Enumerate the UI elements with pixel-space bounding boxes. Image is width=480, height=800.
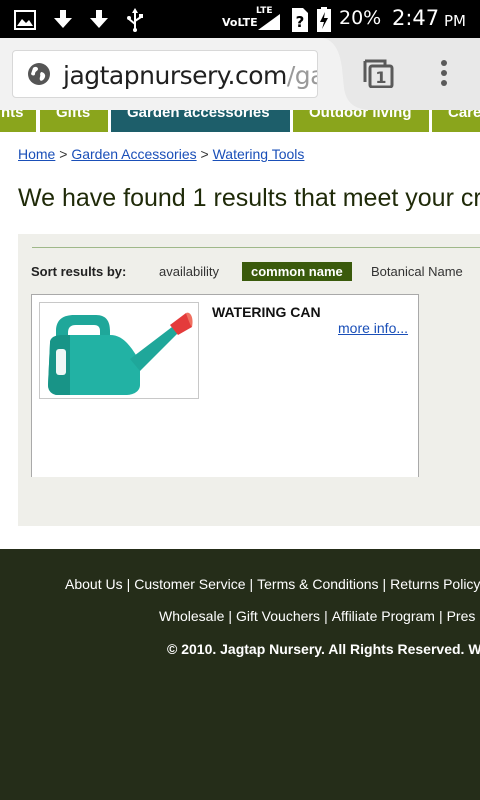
footer-separator: |	[438, 608, 443, 624]
nav-item-gifts[interactable]: Gifts	[40, 98, 108, 132]
product-name[interactable]: WATERING CAN	[212, 304, 321, 320]
divider	[32, 247, 480, 248]
clock-time: 2:47	[392, 6, 440, 30]
url-domain: jagtapnursery.com	[63, 61, 287, 90]
nav-item-label: Gifts	[56, 104, 91, 121]
nav-item-label: Garden accessories	[127, 104, 270, 121]
footer-link-wholesale[interactable]: Wholesale	[159, 608, 224, 624]
footer-link-press[interactable]: Pres	[447, 608, 476, 624]
footer-link-returns-policy[interactable]: Returns Policy	[390, 576, 480, 592]
footer-separator: |	[382, 576, 387, 592]
breadcrumb-separator: >	[55, 146, 72, 162]
footer-link-affiliate-program[interactable]: Affiliate Program	[332, 608, 435, 624]
address-bar[interactable]: jagtapnursery.com/ga	[12, 50, 318, 98]
more-info-link[interactable]: more info...	[338, 320, 408, 336]
url-text: jagtapnursery.com/ga	[63, 61, 317, 90]
volte-label: VoLTE	[222, 16, 258, 29]
tab-switcher-icon[interactable]: 1	[362, 58, 394, 88]
breadcrumb-home[interactable]: Home	[18, 146, 55, 162]
url-path: /ga	[286, 61, 317, 90]
no-sim-icon: ?	[292, 8, 308, 32]
footer-link-terms[interactable]: Terms & Conditions	[257, 576, 378, 592]
signal-icon	[258, 14, 280, 30]
product-card: WATERING CAN more info...	[31, 294, 419, 477]
footer-link-gift-vouchers[interactable]: Gift Vouchers	[236, 608, 320, 624]
sort-option-availability[interactable]: availability	[159, 264, 219, 279]
footer-separator: |	[324, 608, 328, 624]
usb-icon	[127, 8, 143, 32]
footer-link-customer-service[interactable]: Customer Service	[134, 576, 245, 592]
copyright-text: © 2010. Jagtap Nursery. All Rights Reser…	[167, 641, 480, 657]
sort-label: Sort results by:	[31, 264, 127, 279]
battery-icon	[317, 7, 331, 32]
footer-separator: |	[249, 576, 254, 592]
breadcrumb: Home > Garden Accessories > Watering Too…	[18, 146, 304, 162]
breadcrumb-watering-tools[interactable]: Watering Tools	[213, 146, 305, 162]
battery-percent: 20%	[339, 7, 382, 29]
sort-option-botanical-name[interactable]: Botanical Name	[371, 264, 463, 279]
nav-item-plants[interactable]: nts	[0, 98, 36, 132]
status-bar: VoLTE LTE ? 20% 2:47 PM	[0, 0, 480, 38]
nav-item-garden-accessories[interactable]: Garden accessories	[111, 98, 290, 132]
footer-link-about-us[interactable]: About Us	[65, 576, 123, 592]
footer-separator: |	[126, 576, 131, 592]
nav-item-label: nts	[1, 104, 24, 121]
sort-option-common-name[interactable]: common name	[242, 262, 352, 281]
watering-can-image	[48, 312, 193, 395]
footer-links-secondary: Wholesale | Gift Vouchers | Affiliate Progra…	[159, 608, 475, 624]
product-image[interactable]	[39, 302, 199, 399]
overflow-menu-icon[interactable]	[432, 58, 456, 88]
image-icon	[14, 10, 36, 30]
footer-separator: |	[228, 608, 233, 624]
results-panel: Sort results by: availability common nam…	[18, 234, 480, 526]
footer: About Us | Customer Service | Terms & Condit…	[0, 549, 480, 800]
breadcrumb-garden-accessories[interactable]: Garden Accessories	[71, 146, 196, 162]
tab-count: 1	[375, 68, 386, 87]
clock-ampm: PM	[444, 12, 466, 30]
footer-links-primary: About Us | Customer Service | Terms & Condit…	[65, 576, 480, 592]
breadcrumb-separator: >	[196, 146, 213, 162]
download-icon	[54, 10, 72, 28]
results-heading: We have found 1 results that meet your c…	[18, 184, 480, 212]
download-icon	[90, 10, 108, 28]
svg-text:?: ?	[296, 13, 305, 31]
globe-icon	[28, 63, 50, 85]
